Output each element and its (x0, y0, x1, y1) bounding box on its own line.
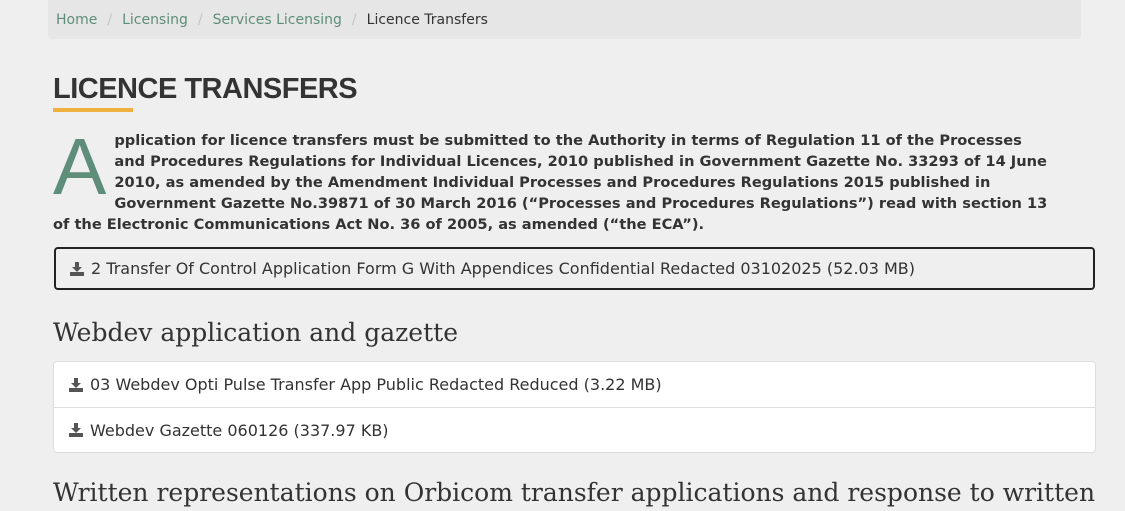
download-icon (69, 423, 83, 437)
download-label: 2 Transfer Of Control Application Form G… (91, 259, 916, 278)
download-link-transfer-of-control[interactable]: 2 Transfer Of Control Application Form G… (54, 247, 1095, 290)
file-list-webdev: 03 Webdev Opti Pulse Transfer App Public… (53, 361, 1096, 453)
breadcrumb-current: Licence Transfers (366, 11, 488, 28)
intro-paragraph: Application for licence transfers must b… (53, 122, 1053, 235)
page-title: LICENCE TRANSFERS (53, 73, 358, 105)
breadcrumb-separator: / (351, 11, 357, 28)
breadcrumb-licensing-link[interactable]: Licensing (122, 12, 188, 28)
file-list-item[interactable]: 03 Webdev Opti Pulse Transfer App Public… (54, 362, 1095, 407)
title-underline (53, 108, 133, 112)
download-icon (69, 377, 83, 392)
download-icon (70, 261, 84, 276)
file-label: 03 Webdev Opti Pulse Transfer App Public… (90, 375, 662, 394)
breadcrumb-services-licensing-link[interactable]: Services Licensing (213, 12, 342, 28)
breadcrumb-separator: / (197, 11, 203, 28)
section-heading-webdev: Webdev application and gazette (53, 318, 458, 347)
file-label: Webdev Gazette 060126 (337.97 KB) (90, 420, 389, 440)
section-heading-orbicom: Written representations on Orbicom trans… (53, 478, 1096, 507)
dropcap-letter: A (53, 122, 107, 211)
breadcrumb-separator: / (107, 11, 113, 28)
breadcrumb: Home / Licensing / Services Licensing / … (48, 0, 1081, 39)
intro-text: pplication for licence transfers must be… (53, 132, 1048, 233)
breadcrumb-home-link[interactable]: Home (56, 12, 97, 28)
file-list-item[interactable]: Webdev Gazette 060126 (337.97 KB) (54, 407, 1095, 452)
